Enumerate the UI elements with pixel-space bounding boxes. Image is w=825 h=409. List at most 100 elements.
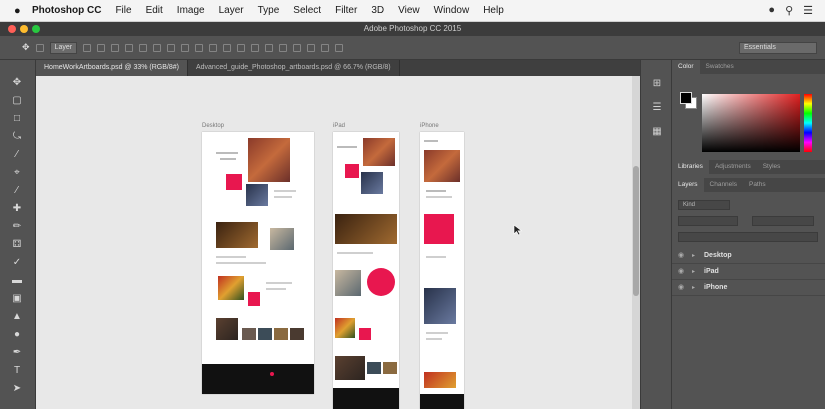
notification-list-icon[interactable]: ☰ (803, 4, 813, 17)
menu-file[interactable]: File (115, 5, 131, 16)
zoom-window-button[interactable] (32, 25, 40, 33)
scrollbar-thumb[interactable] (633, 166, 639, 296)
artboard-tool-icon[interactable]: ▢ (10, 94, 24, 108)
gradient-tool-icon[interactable]: ▣ (10, 292, 24, 306)
layer-row-iphone[interactable]: ◉ ▸ iPhone (672, 280, 825, 296)
layer-row-ipad[interactable]: ◉ ▸ iPad (672, 264, 825, 280)
3d-scale-icon[interactable] (335, 43, 344, 52)
menu-edit[interactable]: Edit (146, 5, 163, 16)
menu-help[interactable]: Help (483, 5, 504, 16)
move-tool-icon[interactable]: ✥ (10, 76, 24, 90)
tab-homework-artboards[interactable]: HomeWorkArtboards.psd @ 33% (RGB/8#) (36, 60, 188, 76)
auto-align-icon[interactable] (265, 43, 274, 52)
distribute-top-icon[interactable] (181, 43, 190, 52)
3d-rotate-icon[interactable] (279, 43, 288, 52)
layer-filter-kind[interactable]: Kind (678, 200, 730, 210)
distribute-bottom-icon[interactable] (209, 43, 218, 52)
artboard-label-ipad[interactable]: iPad (333, 123, 345, 129)
menu-3d[interactable]: 3D (371, 5, 384, 16)
menu-view[interactable]: View (398, 5, 420, 16)
tab-swatches[interactable]: Swatches (700, 60, 740, 74)
color-picker-field[interactable] (702, 94, 800, 152)
lock-and-fill-row[interactable] (678, 232, 818, 242)
flowers-image (335, 318, 355, 338)
pen-tool-icon[interactable]: ✒ (10, 346, 24, 360)
align-center-icon[interactable] (153, 43, 162, 52)
distribute-right-icon[interactable] (251, 43, 260, 52)
close-window-button[interactable] (8, 25, 16, 33)
menu-filter[interactable]: Filter (335, 5, 357, 16)
blend-mode-dropdown[interactable] (678, 216, 738, 226)
opacity-field[interactable] (752, 216, 814, 226)
eraser-tool-icon[interactable]: ▬ (10, 274, 24, 288)
crop-tool-icon[interactable]: ⌖ (10, 166, 24, 180)
healing-brush-tool-icon[interactable]: ✚ (10, 202, 24, 216)
distribute-left-icon[interactable] (223, 43, 232, 52)
tab-layers[interactable]: Layers (672, 178, 704, 192)
properties-panel-icon[interactable]: ☰ (651, 102, 663, 114)
align-top-icon[interactable] (97, 43, 106, 52)
artboard-ipad[interactable] (333, 132, 399, 409)
apple-icon[interactable]: ● (14, 5, 32, 17)
align-middle-icon[interactable] (111, 43, 120, 52)
lasso-tool-icon[interactable]: ⤿ (10, 130, 24, 144)
visibility-eye-icon[interactable]: ◉ (678, 280, 684, 296)
spotlight-search-icon[interactable]: ⚲ (785, 4, 793, 17)
tab-libraries[interactable]: Libraries (672, 160, 709, 174)
expand-chevron-icon[interactable]: ▸ (692, 280, 695, 296)
distribute-middle-icon[interactable] (195, 43, 204, 52)
menu-window[interactable]: Window (434, 5, 470, 16)
foreground-color-swatch[interactable] (680, 92, 692, 104)
distribute-center-icon[interactable] (237, 43, 246, 52)
document-canvas[interactable]: Desktop iPad iPhone (36, 76, 640, 409)
move-tool-preset-icon[interactable]: ✥ (22, 42, 30, 53)
blur-tool-icon[interactable]: ▲ (10, 310, 24, 324)
menu-app[interactable]: Photoshop CC (32, 5, 101, 16)
transform-controls-checkbox[interactable] (83, 43, 92, 52)
artboard-label-desktop[interactable]: Desktop (202, 123, 224, 129)
tab-styles[interactable]: Styles (757, 160, 787, 174)
artboard-iphone[interactable] (420, 132, 464, 409)
visibility-eye-icon[interactable]: ◉ (678, 264, 684, 280)
type-tool-icon[interactable]: T (10, 364, 24, 378)
visibility-eye-icon[interactable]: ◉ (678, 248, 684, 264)
align-bottom-icon[interactable] (125, 43, 134, 52)
info-panel-icon[interactable]: ▦ (651, 126, 663, 138)
layer-row-desktop[interactable]: ◉ ▸ Desktop (672, 248, 825, 264)
tab-channels[interactable]: Channels (704, 178, 743, 192)
dodge-tool-icon[interactable]: ● (10, 328, 24, 342)
clone-stamp-tool-icon[interactable]: ⚃ (10, 238, 24, 252)
3d-slide-icon[interactable] (321, 43, 330, 52)
align-left-icon[interactable] (139, 43, 148, 52)
auto-select-dropdown[interactable]: Layer (49, 41, 78, 54)
tab-advanced-guide[interactable]: Advanced_guide_Photoshop_artboards.psd @… (188, 60, 400, 76)
hue-slider[interactable] (804, 94, 812, 152)
3d-roll-icon[interactable] (293, 43, 302, 52)
hero-image (363, 138, 395, 166)
brush-tool-icon[interactable]: ✏ (10, 220, 24, 234)
minimize-window-button[interactable] (20, 25, 28, 33)
expand-chevron-icon[interactable]: ▸ (692, 264, 695, 280)
menu-image[interactable]: Image (177, 5, 205, 16)
canvas-vertical-scrollbar[interactable] (632, 76, 640, 409)
history-brush-tool-icon[interactable]: ✓ (10, 256, 24, 270)
creative-cloud-icon[interactable]: ● (768, 4, 775, 17)
expand-chevron-icon[interactable]: ▸ (692, 248, 695, 264)
eyedropper-tool-icon[interactable]: ⁄ (10, 184, 24, 198)
menu-type[interactable]: Type (258, 5, 280, 16)
auto-select-checkbox[interactable] (35, 43, 44, 52)
artboard-desktop[interactable] (202, 132, 314, 394)
align-right-icon[interactable] (167, 43, 176, 52)
3d-pan-icon[interactable] (307, 43, 316, 52)
menu-select[interactable]: Select (293, 5, 321, 16)
quick-select-tool-icon[interactable]: ⁄ (10, 148, 24, 162)
workspace-switcher[interactable]: Essentials (739, 42, 817, 54)
history-panel-icon[interactable]: ⊞ (651, 78, 663, 90)
tab-paths[interactable]: Paths (743, 178, 772, 192)
tab-adjustments[interactable]: Adjustments (709, 160, 757, 174)
menu-layer[interactable]: Layer (219, 5, 244, 16)
path-selection-tool-icon[interactable]: ➤ (10, 382, 24, 396)
tab-color[interactable]: Color (672, 60, 700, 74)
marquee-tool-icon[interactable]: □ (10, 112, 24, 126)
artboard-label-iphone[interactable]: iPhone (420, 123, 439, 129)
